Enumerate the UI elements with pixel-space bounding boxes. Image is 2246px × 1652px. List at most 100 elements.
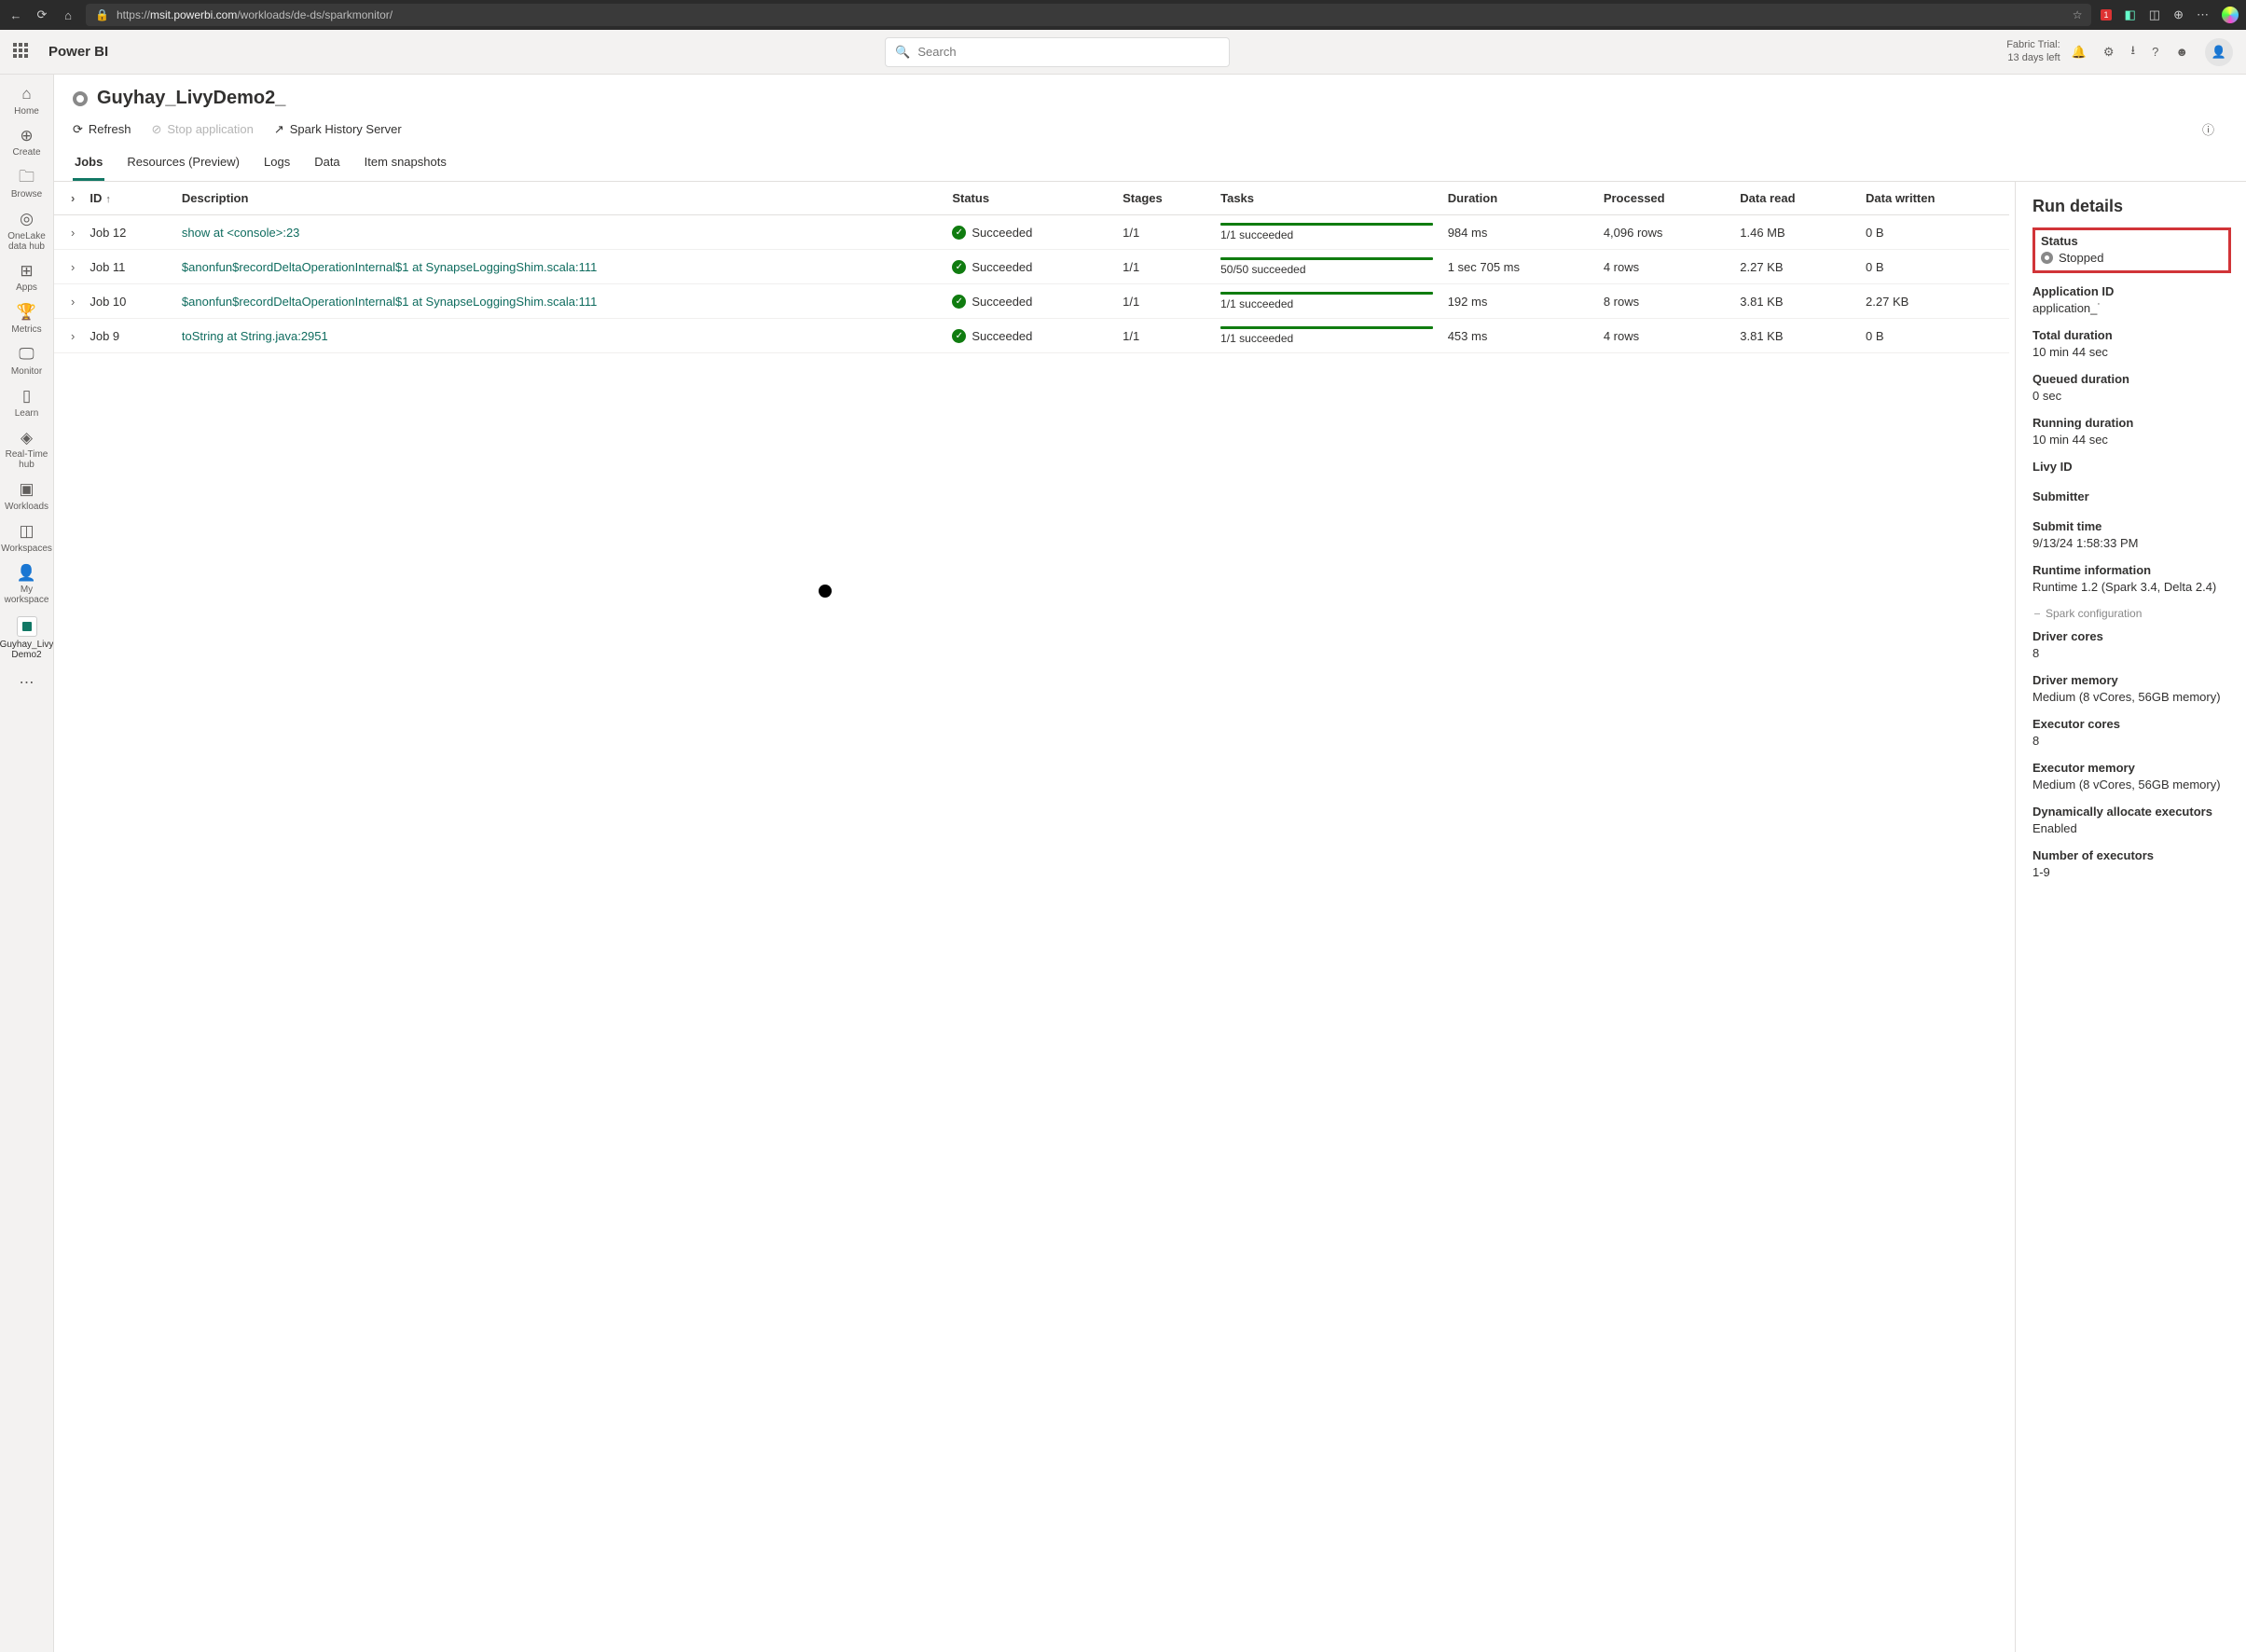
running-value: 10 min 44 sec	[2032, 433, 2231, 447]
check-icon: ✓	[952, 260, 966, 274]
nav-realtime[interactable]: ◈Real-Time hub	[0, 424, 53, 476]
total-duration-label: Total duration	[2032, 328, 2231, 342]
nav-browse[interactable]: 🗀Browse	[0, 163, 53, 205]
home-browser-button[interactable]: ⌂	[60, 7, 76, 23]
job-description-link[interactable]: $anonfun$recordDeltaOperationInternal$1 …	[182, 295, 597, 309]
nav-myworkspace[interactable]: 👤My workspace	[0, 559, 53, 612]
job-description-link[interactable]: $anonfun$recordDeltaOperationInternal$1 …	[182, 260, 597, 274]
tab-snapshots[interactable]: Item snapshots	[363, 145, 448, 181]
spark-history-button[interactable]: ↗Spark History Server	[274, 122, 402, 137]
avatar[interactable]: 👤	[2205, 38, 2233, 66]
table-row[interactable]: ›Job 9toString at String.java:2951✓Succe…	[54, 319, 2009, 353]
table-row[interactable]: ›Job 12show at <console>:23✓Succeeded1/1…	[54, 215, 2009, 250]
nav-home[interactable]: ⌂Home	[0, 80, 53, 122]
expand-row-icon[interactable]: ›	[71, 226, 75, 240]
extension-badge[interactable]: 1	[2101, 9, 2111, 21]
nav-onelake[interactable]: ◎OneLake data hub	[0, 205, 53, 257]
col-tasks[interactable]: Tasks	[1213, 182, 1440, 215]
info-icon[interactable]: ⓘ	[2202, 120, 2227, 138]
tab-jobs[interactable]: Jobs	[73, 145, 104, 181]
back-button[interactable]: ←	[7, 7, 24, 23]
star-icon[interactable]: ☆	[2073, 8, 2083, 21]
nav-learn[interactable]: ▯Learn	[0, 382, 53, 424]
external-link-icon: ↗	[274, 122, 284, 137]
refresh-button[interactable]: ⟳Refresh	[73, 122, 131, 137]
num-exec-value: 1-9	[2032, 865, 2231, 879]
search-input[interactable]: 🔍 Search	[885, 37, 1230, 67]
nav-more[interactable]: ⋯	[12, 666, 42, 699]
app-launcher-icon[interactable]	[13, 43, 32, 62]
split-icon[interactable]: ◫	[2149, 7, 2160, 22]
dyn-value: Enabled	[2032, 821, 2231, 835]
collections-icon[interactable]: ⊕	[2173, 7, 2184, 22]
cell-duration: 453 ms	[1440, 319, 1596, 353]
col-data-written[interactable]: Data written	[1858, 182, 2009, 215]
nav-metrics[interactable]: 🏆Metrics	[0, 298, 53, 340]
cell-written: 0 B	[1858, 319, 2009, 353]
notifications-icon[interactable]: 🔔	[2072, 45, 2087, 60]
help-icon[interactable]: ?	[2152, 45, 2158, 59]
browser-extensions: 1 ◧ ◫ ⊕ ⋯	[2101, 7, 2239, 23]
nav-workloads[interactable]: ▣Workloads	[0, 475, 53, 517]
col-stages[interactable]: Stages	[1115, 182, 1213, 215]
cell-read: 3.81 KB	[1732, 284, 1858, 319]
download-icon[interactable]: ⭳	[2131, 42, 2136, 62]
nav-monitor[interactable]: 🖵Monitor	[0, 340, 53, 382]
col-status[interactable]: Status	[944, 182, 1115, 215]
exec-cores-value: 8	[2032, 734, 2231, 748]
runtime-label: Runtime information	[2032, 563, 2231, 577]
file-icon	[17, 616, 37, 637]
cell-processed: 4 rows	[1596, 250, 1732, 284]
browser-chrome: ← ⟳ ⌂ 🔒 https://msit.powerbi.com/workloa…	[0, 0, 2246, 30]
num-exec-label: Number of executors	[2032, 848, 2231, 862]
apps-icon: ⊞	[20, 263, 33, 281]
table-row[interactable]: › Job 11 $anonfun$recordDeltaOperationInte…	[54, 250, 2009, 284]
tab-data[interactable]: Data	[312, 145, 341, 181]
tab-logs[interactable]: Logs	[262, 145, 292, 181]
brand-label: Power BI	[48, 44, 108, 60]
check-icon: ✓	[952, 329, 966, 343]
expand-all-icon[interactable]: ›	[71, 191, 75, 205]
cell-duration: 1 sec 705 ms	[1440, 250, 1596, 284]
more-browser-icon[interactable]: ⋯	[2197, 7, 2209, 22]
col-duration[interactable]: Duration	[1440, 182, 1596, 215]
nav-workspaces[interactable]: ◫Workspaces	[0, 517, 53, 559]
stop-application-button: ⊘Stop application	[151, 122, 253, 137]
nav-current-item[interactable]: Guyhay_Livy Demo2	[0, 611, 53, 666]
expand-row-icon[interactable]: ›	[71, 295, 75, 309]
person-icon: 👤	[17, 565, 36, 583]
cell-stages: 1/1	[1115, 319, 1213, 353]
search-placeholder: Search	[917, 45, 956, 59]
copilot-icon[interactable]	[2222, 7, 2239, 23]
tab-resources[interactable]: Resources (Preview)	[125, 145, 241, 181]
expand-row-icon[interactable]: ›	[71, 260, 75, 274]
cell-written: 0 B	[1858, 250, 2009, 284]
monitor-icon: 🖵	[19, 346, 34, 364]
cell-processed: 4,096 rows	[1596, 215, 1732, 250]
nav-create[interactable]: ⊕Create	[0, 122, 53, 164]
cell-id: Job 10	[82, 284, 174, 319]
spark-config-link[interactable]: Spark configuration	[2032, 607, 2231, 620]
job-description-link[interactable]: toString at String.java:2951	[182, 329, 328, 343]
url-text: https://msit.powerbi.com/workloads/de-ds…	[117, 8, 393, 21]
nav-apps[interactable]: ⊞Apps	[0, 257, 53, 299]
cell-id: Job 11	[82, 250, 174, 284]
expand-row-icon[interactable]: ›	[71, 329, 75, 343]
refresh-browser-button[interactable]: ⟳	[34, 7, 50, 23]
folder-icon: 🗀	[19, 169, 34, 186]
col-data-read[interactable]: Data read	[1732, 182, 1858, 215]
table-row[interactable]: › Job 10 $anonfun$recordDeltaOperationInte…	[54, 284, 2009, 319]
tab-bar: Jobs Resources (Preview) Logs Data Item …	[54, 145, 2246, 182]
extension-icon[interactable]: ◧	[2125, 7, 2136, 22]
settings-icon[interactable]: ⚙	[2103, 45, 2115, 60]
col-processed[interactable]: Processed	[1596, 182, 1732, 215]
url-bar[interactable]: 🔒 https://msit.powerbi.com/workloads/de-…	[86, 4, 2091, 26]
cursor-indicator	[819, 585, 832, 598]
job-description-link[interactable]: show at <console>:23	[182, 226, 299, 240]
left-nav: ⌂Home ⊕Create 🗀Browse ◎OneLake data hub …	[0, 75, 54, 1652]
feedback-icon[interactable]: ☻	[2175, 45, 2188, 59]
cell-tasks: 50/50 succeeded	[1220, 257, 1433, 276]
stop-icon: ⊘	[151, 122, 161, 137]
col-description[interactable]: Description	[174, 182, 944, 215]
col-id[interactable]: ID↑	[82, 182, 174, 215]
